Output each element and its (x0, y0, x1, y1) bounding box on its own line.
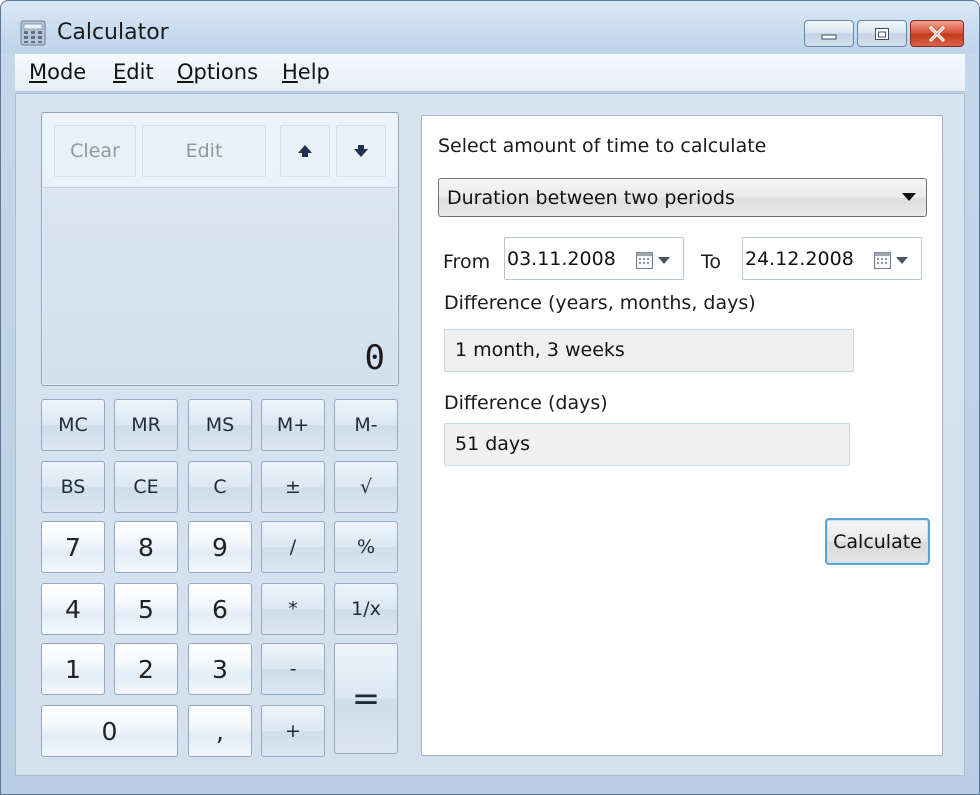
to-date-value: 24.12.2008 (745, 248, 854, 270)
key-divide[interactable]: / (261, 521, 325, 573)
display-value: 0 (364, 338, 385, 378)
key-reciprocal[interactable]: 1/x (334, 583, 398, 635)
calendar-icon (874, 252, 891, 269)
difference-days-label: Difference (days) (444, 392, 608, 414)
key-6[interactable]: 6 (188, 583, 252, 635)
maximize-icon (875, 27, 889, 40)
key-add[interactable]: + (261, 705, 325, 757)
key-3[interactable]: 3 (188, 643, 252, 695)
chevron-down-icon (902, 193, 916, 201)
difference-ymd-label: Difference (years, months, days) (444, 292, 756, 314)
history-clear-button[interactable]: Clear (54, 125, 136, 177)
from-label: From (443, 251, 491, 273)
menu-options[interactable]: Options (177, 60, 258, 84)
to-date-picker[interactable]: 24.12.2008 (742, 237, 922, 280)
from-date-value: 03.11.2008 (507, 248, 616, 270)
key-ce[interactable]: CE (114, 461, 178, 513)
close-icon (929, 25, 945, 42)
key-ms[interactable]: MS (188, 399, 252, 451)
difference-ymd-field[interactable]: 1 month, 3 weeks (444, 329, 854, 372)
menu-mode[interactable]: Mode (29, 60, 86, 84)
menu-mode-accel: M (29, 60, 48, 84)
calculate-button[interactable]: Calculate (825, 518, 930, 565)
dropdown-arrow-icon (658, 257, 670, 264)
calendar-icon (636, 252, 653, 269)
dropdown-arrow-icon (896, 257, 908, 264)
key-8[interactable]: 8 (114, 521, 178, 573)
key-subtract[interactable]: - (261, 643, 325, 695)
menu-help-accel: H (282, 60, 298, 84)
panel-heading: Select amount of time to calculate (438, 135, 767, 157)
key-mr[interactable]: MR (114, 399, 178, 451)
menu-mode-label: ode (47, 60, 87, 84)
client-area: Clear Edit 0 MC MR MS M+ M- BS CE C ± √ … (15, 93, 965, 776)
calculator-app-icon (20, 20, 46, 46)
menu-options-label: ptions (193, 60, 259, 84)
key-4[interactable]: 4 (41, 583, 105, 635)
key-5[interactable]: 5 (114, 583, 178, 635)
difference-ymd-value: 1 month, 3 weeks (455, 339, 625, 361)
difference-days-field[interactable]: 51 days (444, 423, 850, 466)
calculator-window: Calculator Mode Edit Options Help Clear … (0, 0, 980, 795)
key-c[interactable]: C (188, 461, 252, 513)
menu-edit[interactable]: Edit (113, 60, 154, 84)
difference-days-value: 51 days (455, 433, 531, 455)
key-7[interactable]: 7 (41, 521, 105, 573)
key-m-plus[interactable]: M+ (261, 399, 325, 451)
key-mc[interactable]: MC (41, 399, 105, 451)
menu-bar: Mode Edit Options Help (15, 54, 965, 92)
calculation-mode-select[interactable]: Duration between two periods (438, 178, 927, 217)
arrow-up-icon (298, 145, 312, 157)
calculation-mode-value: Duration between two periods (447, 187, 735, 209)
key-percent[interactable]: % (334, 521, 398, 573)
menu-help-label: elp (297, 60, 330, 84)
menu-help[interactable]: Help (282, 60, 330, 84)
key-2[interactable]: 2 (114, 643, 178, 695)
history-area: 0 (43, 187, 397, 384)
key-9[interactable]: 9 (188, 521, 252, 573)
key-0[interactable]: 0 (41, 705, 178, 757)
to-label: To (701, 251, 722, 273)
history-edit-button[interactable]: Edit (142, 125, 266, 177)
calculator-display: Clear Edit 0 (41, 112, 399, 386)
minimize-button[interactable] (804, 20, 854, 47)
date-calculation-panel: Select amount of time to calculate Durat… (421, 115, 943, 756)
maximize-button[interactable] (857, 20, 907, 47)
key-sqrt[interactable]: √ (334, 461, 398, 513)
history-down-button[interactable] (336, 125, 386, 177)
key-m-minus[interactable]: M- (334, 399, 398, 451)
minimize-icon (821, 34, 837, 39)
menu-edit-accel: E (113, 60, 127, 84)
title-bar[interactable]: Calculator (1, 1, 979, 53)
menu-edit-label: dit (126, 60, 154, 84)
arrow-down-icon (354, 145, 368, 157)
key-backspace[interactable]: BS (41, 461, 105, 513)
key-decimal[interactable]: , (188, 705, 252, 757)
from-date-picker[interactable]: 03.11.2008 (504, 237, 684, 280)
key-equals[interactable]: = (334, 643, 398, 754)
window-title: Calculator (57, 20, 169, 45)
key-multiply[interactable]: * (261, 583, 325, 635)
key-plus-minus[interactable]: ± (261, 461, 325, 513)
close-button[interactable] (910, 20, 964, 47)
menu-options-accel: O (177, 60, 194, 84)
history-up-button[interactable] (280, 125, 330, 177)
key-1[interactable]: 1 (41, 643, 105, 695)
